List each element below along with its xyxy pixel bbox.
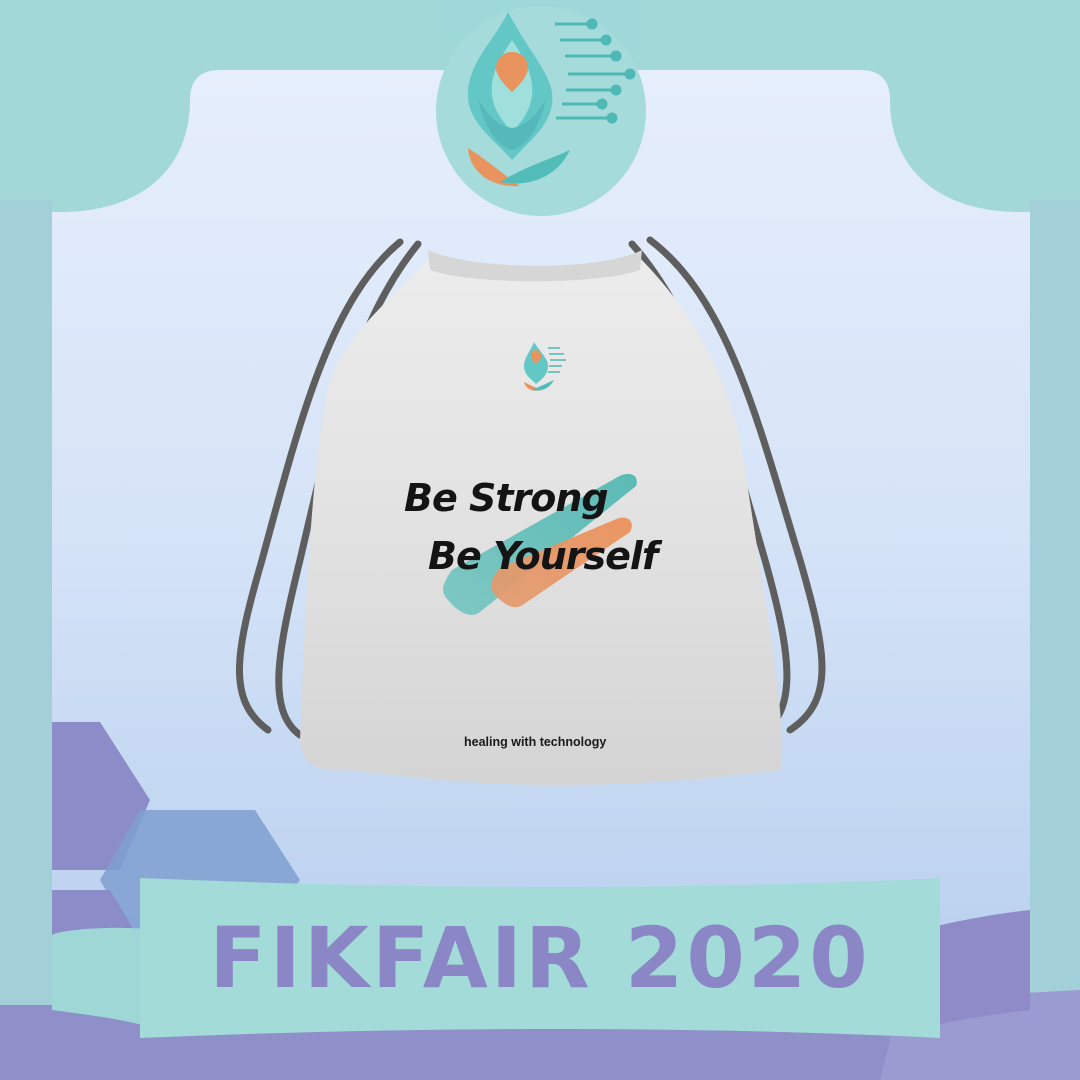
bag-headline-line2: Be Yourself: [428, 534, 658, 578]
bag-gathered-top: [428, 250, 642, 282]
bag-headline-line1: Be Strong: [404, 476, 609, 520]
banner-title: FIKFAIR 2020: [209, 909, 871, 1007]
bag-tagline: healing with technology: [464, 735, 607, 749]
